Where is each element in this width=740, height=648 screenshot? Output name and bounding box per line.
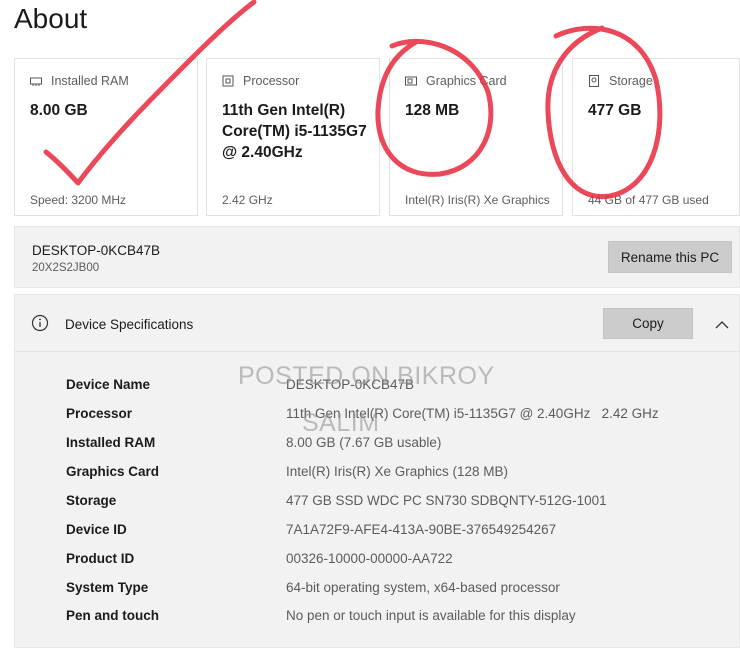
- card-label: Graphics Card: [426, 74, 507, 88]
- card-sub: Intel(R) Iris(R) Xe Graphics: [405, 193, 550, 207]
- info-icon: [31, 314, 49, 337]
- ram-icon: [30, 75, 42, 87]
- pc-name: DESKTOP-0KCB47B: [32, 243, 161, 258]
- card-header: Storage: [588, 74, 653, 88]
- page-title: About: [14, 3, 88, 34]
- spec-key: Product ID: [66, 551, 135, 566]
- divider: [15, 351, 739, 352]
- card-label: Storage: [609, 74, 653, 88]
- processor-icon: [222, 75, 234, 87]
- spec-key: Processor: [66, 406, 133, 421]
- spec-value: 8.00 GB (7.67 GB usable): [286, 435, 442, 450]
- spec-key: Graphics Card: [66, 464, 160, 479]
- spec-key: Installed RAM: [66, 435, 156, 450]
- spec-value: 00326-10000-00000-AA722: [286, 551, 453, 566]
- card-sub: Speed: 3200 MHz: [30, 193, 127, 207]
- rename-pc-button[interactable]: Rename this PC: [608, 241, 732, 273]
- spec-value: 11th Gen Intel(R) Core(TM) i5-1135G7 @ 2…: [286, 406, 659, 421]
- card-value: 477 GB: [588, 102, 642, 119]
- storage-icon: [588, 75, 600, 87]
- spec-key: Device Name: [66, 377, 151, 392]
- spec-key: Storage: [66, 493, 117, 508]
- card-value: 8.00 GB: [30, 102, 88, 119]
- spec-value: No pen or touch input is available for t…: [286, 608, 576, 623]
- graphics-card-icon: [405, 75, 417, 87]
- card-graphics[interactable]: Graphics Card 128 MB Intel(R) Iris(R) Xe…: [389, 58, 563, 216]
- card-value: 11th Gen Intel(R) Core(TM) i5-1135G7 @ 2…: [222, 102, 367, 161]
- card-header: Installed RAM: [30, 74, 129, 88]
- chevron-up-icon[interactable]: [715, 317, 729, 335]
- spec-value: DESKTOP-0KCB47B: [286, 377, 415, 392]
- pc-model: 20X2S2JB00: [32, 262, 100, 274]
- spec-key: Pen and touch: [66, 608, 160, 623]
- card-sub: 44 GB of 477 GB used: [588, 193, 709, 207]
- card-header: Processor: [222, 74, 299, 88]
- card-value: 128 MB: [405, 102, 460, 119]
- card-header: Graphics Card: [405, 74, 507, 88]
- device-specifications-panel: Device Specifications Copy Device Name D…: [14, 294, 740, 648]
- spec-value: 7A1A72F9-AFE4-413A-90BE-376549254267: [286, 522, 557, 537]
- pc-name-bar: DESKTOP-0KCB47B 20X2S2JB00 Rename this P…: [14, 226, 740, 288]
- spec-key: Device ID: [66, 522, 127, 537]
- card-storage[interactable]: Storage 477 GB 44 GB of 477 GB used: [572, 58, 740, 216]
- card-label: Installed RAM: [51, 74, 129, 88]
- card-processor[interactable]: Processor 11th Gen Intel(R) Core(TM) i5-…: [206, 58, 380, 216]
- spec-value: 477 GB SSD WDC PC SN730 SDBQNTY-512G-100…: [286, 493, 607, 508]
- spec-value: 64-bit operating system, x64-based proce…: [286, 580, 560, 595]
- card-installed-ram[interactable]: Installed RAM 8.00 GB Speed: 3200 MHz: [14, 58, 198, 216]
- device-specs-header: Device Specifications: [65, 317, 194, 332]
- spec-key: System Type: [66, 580, 149, 595]
- copy-button[interactable]: Copy: [603, 308, 693, 339]
- card-sub: 2.42 GHz: [222, 193, 273, 207]
- card-label: Processor: [243, 74, 300, 88]
- spec-value: Intel(R) Iris(R) Xe Graphics (128 MB): [286, 464, 509, 479]
